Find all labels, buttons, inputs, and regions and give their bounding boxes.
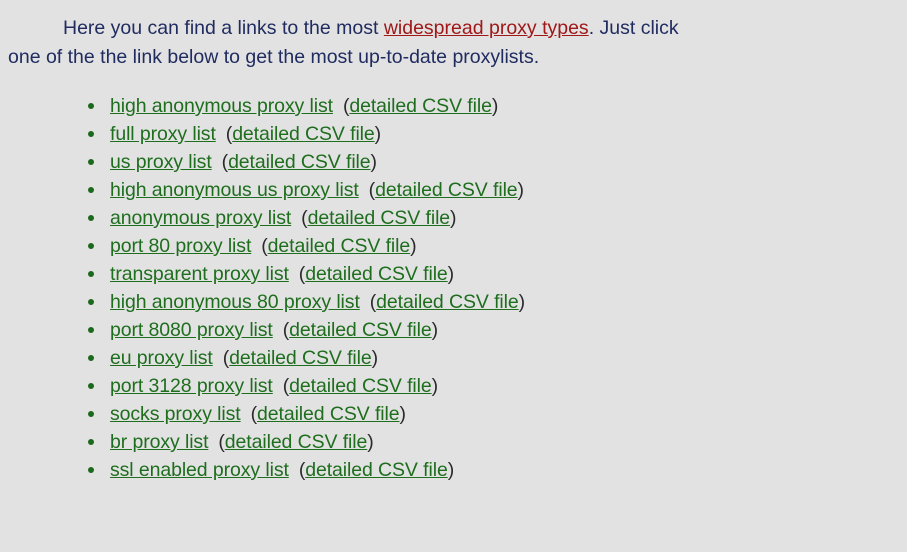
csv-link-label[interactable]: detailed CSV file xyxy=(268,235,411,257)
csv-file-link[interactable]: (detailed CSV file) xyxy=(223,347,378,369)
csv-link-label[interactable]: detailed CSV file xyxy=(308,207,451,229)
close-paren: ) xyxy=(447,263,455,285)
list-item: anonymous proxy list (detailed CSV file) xyxy=(88,204,525,232)
bullet-icon xyxy=(88,355,94,361)
csv-file-link[interactable]: (detailed CSV file) xyxy=(369,179,524,201)
bullet-icon xyxy=(88,131,94,137)
csv-link-label[interactable]: detailed CSV file xyxy=(289,375,432,397)
list-item: br proxy list (detailed CSV file) xyxy=(88,428,525,456)
proxy-list-link[interactable]: socks proxy list xyxy=(110,403,241,425)
csv-file-link[interactable]: (detailed CSV file) xyxy=(283,375,438,397)
close-paren: ) xyxy=(447,459,455,481)
close-paren: ) xyxy=(518,291,526,313)
csv-link-label[interactable]: detailed CSV file xyxy=(375,179,518,201)
bullet-icon xyxy=(88,411,94,417)
proxy-list-link[interactable]: port 8080 proxy list xyxy=(110,319,273,341)
list-item: port 80 proxy list (detailed CSV file) xyxy=(88,232,525,260)
intro-paragraph: Here you can find a links to the most wi… xyxy=(8,14,902,72)
csv-file-link[interactable]: (detailed CSV file) xyxy=(222,151,377,173)
proxy-list: high anonymous proxy list (detailed CSV f… xyxy=(88,92,525,484)
csv-file-link[interactable]: (detailed CSV file) xyxy=(261,235,416,257)
proxy-list-link[interactable]: transparent proxy list xyxy=(110,263,289,285)
bullet-icon xyxy=(88,439,94,445)
csv-file-link[interactable]: (detailed CSV file) xyxy=(251,403,406,425)
close-paren: ) xyxy=(367,431,374,453)
csv-file-link[interactable]: (detailed CSV file) xyxy=(370,291,525,313)
csv-link-label[interactable]: detailed CSV file xyxy=(376,291,519,313)
list-item: port 8080 proxy list (detailed CSV file) xyxy=(88,316,525,344)
proxy-list-link[interactable]: high anonymous proxy list xyxy=(110,95,333,117)
close-paren: ) xyxy=(410,235,417,257)
list-item: high anonymous proxy list (detailed CSV f… xyxy=(88,92,525,120)
csv-file-link[interactable]: (detailed CSV file) xyxy=(218,431,373,453)
list-item: full proxy list (detailed CSV file) xyxy=(88,120,525,148)
proxy-list-link[interactable]: br proxy list xyxy=(110,431,208,453)
csv-link-label[interactable]: detailed CSV file xyxy=(257,403,400,425)
widespread-proxy-types-link[interactable]: widespread proxy types xyxy=(384,17,589,39)
close-paren: ) xyxy=(517,179,525,201)
csv-link-label[interactable]: detailed CSV file xyxy=(229,347,372,369)
intro-line-2: one of the the link below to get the mos… xyxy=(8,46,540,68)
list-item: eu proxy list (detailed CSV file) xyxy=(88,344,525,372)
list-item: high anonymous 80 proxy list (detailed CS… xyxy=(88,288,525,316)
close-paren: ) xyxy=(371,347,379,369)
bullet-icon xyxy=(88,299,94,305)
csv-link-label[interactable]: detailed CSV file xyxy=(305,459,448,481)
csv-link-label[interactable]: detailed CSV file xyxy=(225,431,368,453)
csv-link-label[interactable]: detailed CSV file xyxy=(349,95,492,117)
csv-link-label[interactable]: detailed CSV file xyxy=(305,263,448,285)
csv-file-link[interactable]: (detailed CSV file) xyxy=(299,459,454,481)
list-item: high anonymous us proxy list (detailed CS… xyxy=(88,176,525,204)
csv-file-link[interactable]: (detailed CSV file) xyxy=(301,207,456,229)
list-item: ssl enabled proxy list (detailed CSV file… xyxy=(88,456,525,484)
list-item: transparent proxy list (detailed CSV file… xyxy=(88,260,525,288)
intro-text-before: Here you can find a links to the most xyxy=(63,17,384,39)
list-item: socks proxy list (detailed CSV file) xyxy=(88,400,525,428)
close-paren: ) xyxy=(374,123,382,145)
bullet-icon xyxy=(88,467,94,473)
list-item: port 3128 proxy list (detailed CSV file) xyxy=(88,372,525,400)
bullet-icon xyxy=(88,243,94,249)
proxy-list-link[interactable]: eu proxy list xyxy=(110,347,213,369)
proxy-list-link[interactable]: full proxy list xyxy=(110,123,216,145)
close-paren: ) xyxy=(450,207,457,229)
intro-text-after: . Just click xyxy=(588,17,679,39)
proxy-list-link[interactable]: high anonymous 80 proxy list xyxy=(110,291,360,313)
list-item: us proxy list (detailed CSV file) xyxy=(88,148,525,176)
close-paren: ) xyxy=(431,375,439,397)
csv-file-link[interactable]: (detailed CSV file) xyxy=(343,95,498,117)
proxy-list-link[interactable]: port 80 proxy list xyxy=(110,235,251,257)
csv-link-label[interactable]: detailed CSV file xyxy=(232,123,375,145)
bullet-icon xyxy=(88,271,94,277)
bullet-icon xyxy=(88,383,94,389)
bullet-icon xyxy=(88,159,94,165)
csv-link-label[interactable]: detailed CSV file xyxy=(289,319,432,341)
close-paren: ) xyxy=(370,151,378,173)
page: Here you can find a links to the most wi… xyxy=(0,0,907,552)
proxy-list-link[interactable]: anonymous proxy list xyxy=(110,207,291,229)
intro-line-1: Here you can find a links to the most wi… xyxy=(8,14,902,43)
close-paren: ) xyxy=(491,95,499,117)
proxy-list-link[interactable]: high anonymous us proxy list xyxy=(110,179,359,201)
csv-file-link[interactable]: (detailed CSV file) xyxy=(226,123,381,145)
csv-file-link[interactable]: (detailed CSV file) xyxy=(299,263,454,285)
bullet-icon xyxy=(88,103,94,109)
csv-file-link[interactable]: (detailed CSV file) xyxy=(283,319,438,341)
csv-link-label[interactable]: detailed CSV file xyxy=(228,151,371,173)
proxy-list-link[interactable]: ssl enabled proxy list xyxy=(110,459,289,481)
bullet-icon xyxy=(88,187,94,193)
bullet-icon xyxy=(88,215,94,221)
proxy-list-link[interactable]: us proxy list xyxy=(110,151,212,173)
close-paren: ) xyxy=(431,319,439,341)
bullet-icon xyxy=(88,327,94,333)
close-paren: ) xyxy=(399,403,406,425)
proxy-list-link[interactable]: port 3128 proxy list xyxy=(110,375,273,397)
